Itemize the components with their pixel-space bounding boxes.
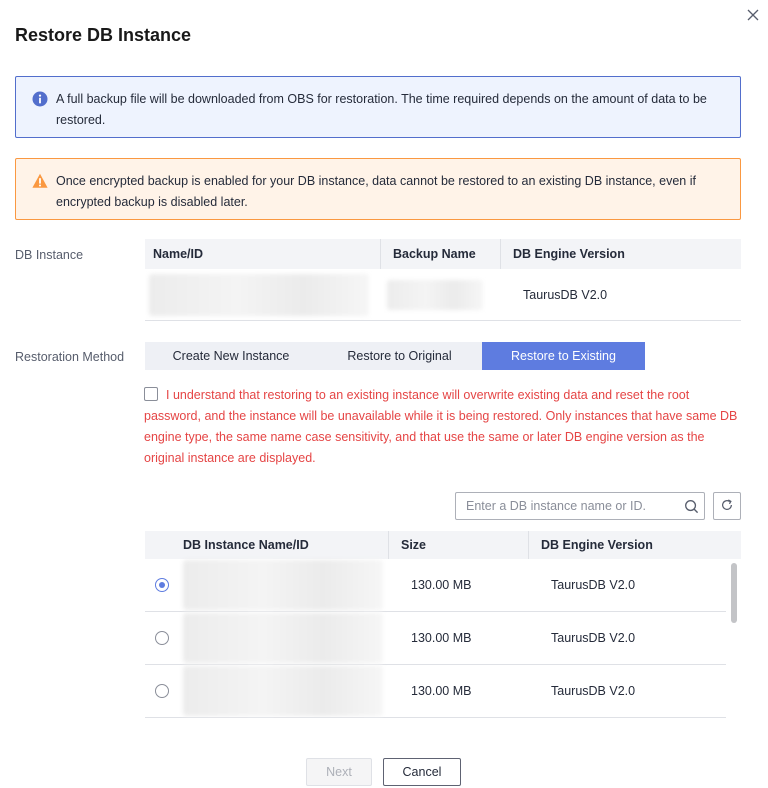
refresh-icon xyxy=(720,498,734,515)
column-size: Size xyxy=(389,531,529,559)
row-radio[interactable] xyxy=(155,631,169,645)
table-row[interactable]: 130.00 MB TaurusDB V2.0 xyxy=(145,665,726,718)
column-db-engine-version: DB Engine Version xyxy=(541,538,653,552)
tab-restore-to-existing[interactable]: Restore to Existing xyxy=(482,342,645,370)
info-icon xyxy=(32,91,48,107)
search-input[interactable] xyxy=(456,493,678,519)
dialog-title: Restore DB Instance xyxy=(15,25,192,45)
restoration-method-tabs: Create New Instance Restore to Original … xyxy=(145,342,645,370)
warning-icon xyxy=(32,173,48,189)
info-alert: A full backup file will be downloaded fr… xyxy=(15,76,741,138)
source-table-header: Name/ID Backup Name DB Engine Version xyxy=(145,239,741,269)
redacted-instance-name xyxy=(183,666,383,716)
table-scrollbar[interactable] xyxy=(731,563,737,623)
redacted-instance-name xyxy=(183,613,383,663)
agreement-checkbox[interactable] xyxy=(144,387,158,401)
restore-dialog: Restore DB Instance A full backup file w… xyxy=(0,0,768,788)
warning-alert: Once encrypted backup is enabled for you… xyxy=(15,158,741,220)
restoration-method-label: Restoration Method xyxy=(15,350,125,364)
table-row[interactable]: 130.00 MB TaurusDB V2.0 xyxy=(145,612,726,665)
source-instance-table: Name/ID Backup Name DB Engine Version Ta… xyxy=(145,239,741,321)
source-instance-row: TaurusDB V2.0 xyxy=(145,269,741,321)
column-db-instance-name-id: DB Instance Name/ID xyxy=(175,531,389,559)
row-radio[interactable] xyxy=(155,684,169,698)
table-row[interactable]: 130.00 MB TaurusDB V2.0 xyxy=(145,559,726,612)
agreement-text: I understand that restoring to an existi… xyxy=(144,388,738,465)
column-backup-name: Backup Name xyxy=(381,239,501,269)
db-instance-label: DB Instance xyxy=(15,248,84,262)
row-engine-version: TaurusDB V2.0 xyxy=(551,631,636,645)
row-engine-version: TaurusDB V2.0 xyxy=(551,684,636,698)
agreement-block: I understand that restoring to an existi… xyxy=(144,385,740,469)
target-table-header: DB Instance Name/ID Size DB Engine Versi… xyxy=(145,531,741,559)
refresh-button[interactable] xyxy=(713,492,741,520)
instance-search xyxy=(455,492,705,520)
tab-restore-to-original[interactable]: Restore to Original xyxy=(317,342,482,370)
redacted-instance-name xyxy=(183,560,383,610)
row-size: 130.00 MB xyxy=(411,684,472,698)
warning-alert-text: Once encrypted backup is enabled for you… xyxy=(56,174,696,209)
row-engine-version: TaurusDB V2.0 xyxy=(551,578,636,592)
info-alert-text: A full backup file will be downloaded fr… xyxy=(56,92,707,127)
row-size: 130.00 MB xyxy=(411,578,472,592)
redacted-instance-name xyxy=(149,273,369,316)
search-icon[interactable] xyxy=(678,493,704,519)
next-button[interactable]: Next xyxy=(306,758,372,786)
tab-create-new-instance[interactable]: Create New Instance xyxy=(145,342,317,370)
redacted-backup-name xyxy=(387,279,483,310)
column-name-id: Name/ID xyxy=(145,239,381,269)
source-engine-version: TaurusDB V2.0 xyxy=(523,287,608,302)
cancel-button[interactable]: Cancel xyxy=(383,758,461,786)
column-engine-version: DB Engine Version xyxy=(513,247,625,261)
target-instance-table: DB Instance Name/ID Size DB Engine Versi… xyxy=(145,531,741,718)
close-icon[interactable] xyxy=(744,6,762,24)
row-radio[interactable] xyxy=(155,578,169,592)
row-size: 130.00 MB xyxy=(411,631,472,645)
